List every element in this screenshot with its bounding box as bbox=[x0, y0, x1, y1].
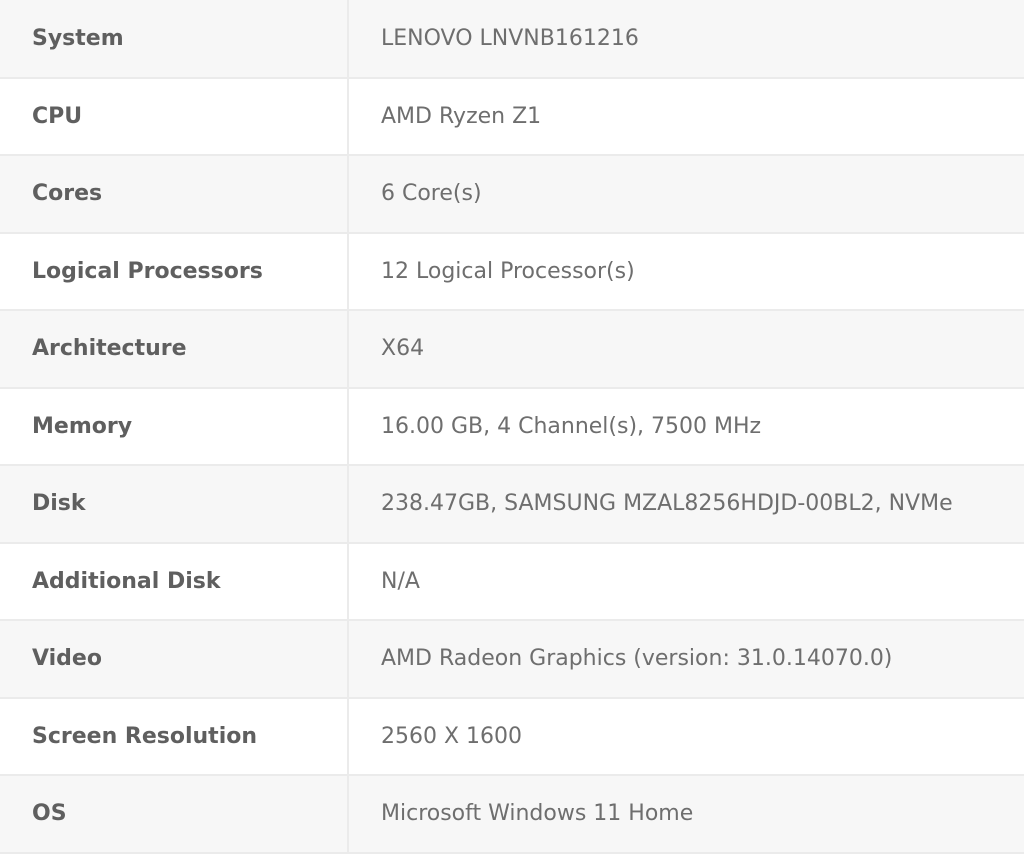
row-label: Cores bbox=[0, 155, 349, 234]
table-row-os: OS Microsoft Windows 11 Home bbox=[0, 775, 1024, 854]
row-value: X64 bbox=[348, 310, 1024, 389]
row-label: Video bbox=[0, 620, 349, 699]
row-value: 2560 X 1600 bbox=[348, 697, 1024, 776]
row-label: Architecture bbox=[0, 310, 349, 389]
row-label: Logical Processors bbox=[0, 232, 349, 311]
table-row-architecture: Architecture X64 bbox=[0, 310, 1024, 389]
table-row-cpu: CPU AMD Ryzen Z1 bbox=[0, 77, 1024, 156]
row-label: CPU bbox=[0, 77, 349, 156]
row-label: OS bbox=[0, 775, 349, 854]
row-value: Microsoft Windows 11 Home bbox=[348, 775, 1024, 854]
table-row-system: System LENOVO LNVNB161216 bbox=[0, 0, 1024, 79]
row-value: N/A bbox=[348, 542, 1024, 621]
table-row-cores: Cores 6 Core(s) bbox=[0, 155, 1024, 234]
row-label: System bbox=[0, 0, 349, 79]
specs-table-body: System LENOVO LNVNB161216 CPU AMD Ryzen … bbox=[0, 0, 1024, 854]
system-specs-table: System LENOVO LNVNB161216 CPU AMD Ryzen … bbox=[0, 0, 1024, 854]
row-label: Additional Disk bbox=[0, 542, 349, 621]
row-value: AMD Ryzen Z1 bbox=[348, 77, 1024, 156]
table-row-memory: Memory 16.00 GB, 4 Channel(s), 7500 MHz bbox=[0, 387, 1024, 466]
row-value: 6 Core(s) bbox=[348, 155, 1024, 234]
row-value: 16.00 GB, 4 Channel(s), 7500 MHz bbox=[348, 387, 1024, 466]
table-row-logical-processors: Logical Processors 12 Logical Processor(… bbox=[0, 232, 1024, 311]
row-label: Disk bbox=[0, 465, 349, 544]
table-row-screen-resolution: Screen Resolution 2560 X 1600 bbox=[0, 697, 1024, 776]
table-row-additional-disk: Additional Disk N/A bbox=[0, 542, 1024, 621]
row-value: 12 Logical Processor(s) bbox=[348, 232, 1024, 311]
row-value: 238.47GB, SAMSUNG MZAL8256HDJD-00BL2, NV… bbox=[348, 465, 1024, 544]
row-label: Memory bbox=[0, 387, 349, 466]
table-row-disk: Disk 238.47GB, SAMSUNG MZAL8256HDJD-00BL… bbox=[0, 465, 1024, 544]
row-value: LENOVO LNVNB161216 bbox=[348, 0, 1024, 79]
row-label: Screen Resolution bbox=[0, 697, 349, 776]
table-row-video: Video AMD Radeon Graphics (version: 31.0… bbox=[0, 620, 1024, 699]
row-value: AMD Radeon Graphics (version: 31.0.14070… bbox=[348, 620, 1024, 699]
